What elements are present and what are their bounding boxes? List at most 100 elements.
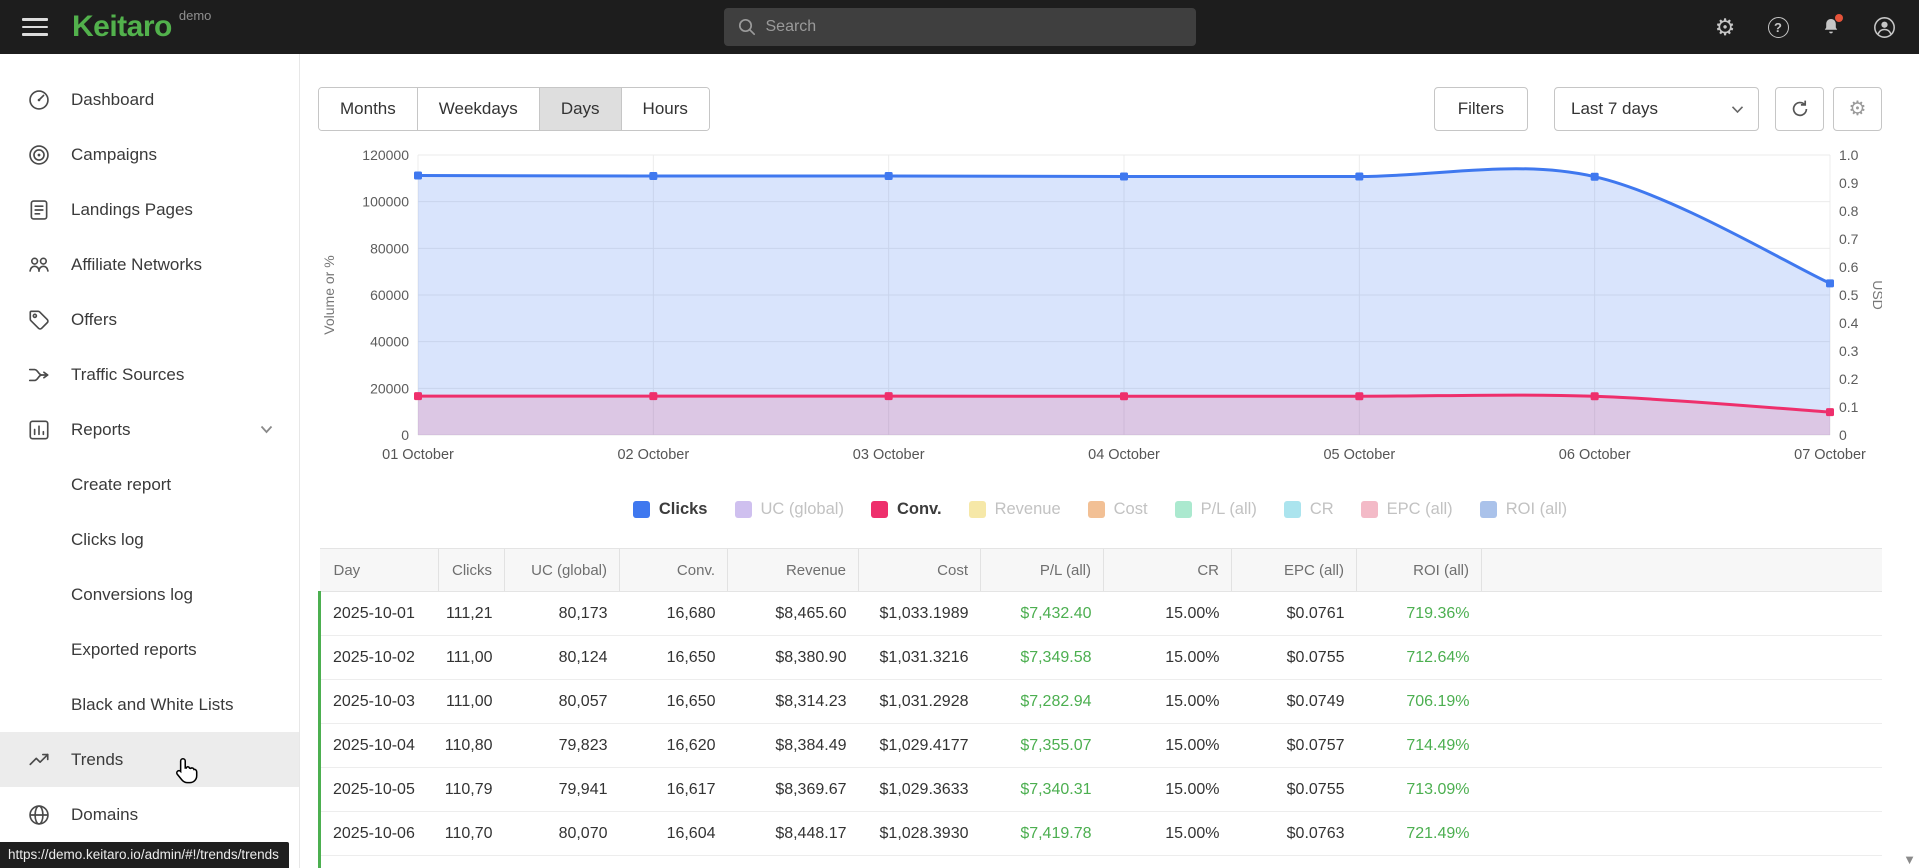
column-header: EPC (all) [1231, 548, 1357, 592]
svg-text:20000: 20000 [370, 380, 409, 396]
traffic-icon [27, 363, 51, 387]
search-icon [738, 18, 755, 36]
legend-label: UC (global) [760, 499, 844, 518]
sidebar: Dashboard Campaigns Landings Pages Affiliat… [0, 54, 300, 868]
table-cell: 16,650 [619, 635, 728, 680]
sidebar-item-label: Domains [71, 804, 139, 824]
domains-icon [27, 803, 51, 827]
table-cell: $8,384.49 [727, 723, 859, 768]
table-cell: 2025-10-01 [318, 591, 439, 636]
table-cell: 80,070 [504, 811, 620, 856]
table-cell: $7,282.94 [980, 679, 1104, 724]
date-range-select[interactable]: Last 7 days [1554, 87, 1759, 131]
table-cell: $7,349.58 [980, 635, 1104, 680]
notification-badge [1835, 14, 1843, 22]
tab-months[interactable]: Months [319, 88, 417, 130]
legend-item-clicks[interactable]: Clicks [632, 500, 708, 519]
sidebar-item-dashboard[interactable]: Dashboard [0, 72, 299, 127]
sidebar-item-affiliate-networks[interactable]: Affiliate Networks [0, 237, 299, 292]
table-cell: $0.0763 [1231, 811, 1357, 856]
legend-item-roi-all-[interactable]: ROI (all) [1479, 500, 1567, 519]
chart-settings-button[interactable]: ⚙ [1833, 87, 1882, 131]
legend-item-p-l-all-[interactable]: P/L (all) [1174, 500, 1257, 519]
table-cell: 2025-10-06 [318, 811, 439, 856]
sidebar-item-create-report[interactable]: Create report [0, 457, 299, 512]
date-range-value: Last 7 days [1571, 99, 1658, 118]
user-account-icon[interactable] [1871, 14, 1897, 40]
table-cell: 79,941 [504, 767, 620, 812]
sidebar-item-exported-reports[interactable]: Exported reports [0, 622, 299, 677]
column-header: CR [1103, 548, 1232, 592]
table-cell: $0.0755 [1231, 635, 1357, 680]
settings-gear-icon[interactable]: ⚙ [1712, 14, 1738, 40]
menu-icon[interactable] [22, 18, 48, 36]
table-cell: $0.0764 [1231, 855, 1357, 868]
search-input[interactable] [723, 8, 1196, 46]
sidebar-item-black-and-white-lists[interactable]: Black and White Lists [0, 677, 299, 732]
table-cell: 16,604 [619, 811, 728, 856]
tab-days[interactable]: Days [538, 88, 621, 130]
legend-item-cr[interactable]: CR [1283, 500, 1334, 519]
trends-chart-canvas: 0 20000 40000 60000 80000 100000 120000 0 0.1 0.2… [321, 147, 1886, 463]
sidebar-item-conversions-log[interactable]: Conversions log [0, 567, 299, 622]
notifications-bell-icon[interactable] [1818, 14, 1844, 40]
table-cell: $0.0761 [1231, 591, 1357, 636]
table-cell: $4,963.24 [727, 855, 859, 868]
svg-text:Volume or %: Volume or % [321, 255, 337, 334]
table-cell: 15.00% [1103, 855, 1232, 868]
sidebar-item-label: Landings Pages [71, 199, 193, 219]
table-cell: $1,031.2928 [858, 679, 981, 724]
legend-item-cost[interactable]: Cost [1087, 500, 1148, 519]
legend-swatch [632, 500, 650, 518]
table-cell: $1,028.3930 [858, 811, 981, 856]
sidebar-item-offers[interactable]: Offers [0, 292, 299, 347]
svg-text:06 October: 06 October [1559, 447, 1631, 463]
table-cell: 16,620 [619, 723, 728, 768]
sidebar-item-clicks-log[interactable]: Clicks log [0, 512, 299, 567]
logo[interactable]: Keitaro [72, 12, 172, 42]
table-cell: $1,033.1989 [858, 591, 981, 636]
legend-swatch [1479, 500, 1497, 518]
scrollbar-down-arrow[interactable]: ▼ [1903, 853, 1916, 866]
filters-button[interactable]: Filters [1433, 87, 1528, 131]
svg-text:04 October: 04 October [1088, 447, 1160, 463]
table-cell: 9,741 [619, 855, 728, 868]
legend-item-revenue[interactable]: Revenue [968, 500, 1061, 519]
table-cell: 706.19% [1356, 679, 1482, 724]
tab-weekdays[interactable]: Weekdays [416, 88, 539, 130]
sidebar-item-domains[interactable]: Domains [0, 787, 299, 842]
table-row: 2025-10-0764,9246,879,741$4,963.24$600.8… [318, 855, 1882, 868]
svg-text:07 October: 07 October [1794, 447, 1866, 463]
table-cell: 110,79 [438, 767, 505, 812]
sidebar-item-label: Create report [71, 474, 172, 494]
table-row: 2025-10-06 110,70 80,070 16,604 $8,448.17 $1,… [318, 811, 1882, 856]
legend-label: Conv. [896, 499, 942, 518]
svg-text:100000: 100000 [362, 194, 409, 210]
table-cell: 15.00% [1103, 591, 1232, 636]
sidebar-item-campaigns[interactable]: Campaigns [0, 127, 299, 182]
reports-icon [27, 418, 51, 442]
sidebar-item-trends[interactable]: Trends [0, 732, 299, 787]
chevron-down-icon [260, 425, 273, 434]
chart-legend: Clicks UC (global) Conv. Revenue Cost P/L (al… [318, 494, 1882, 524]
table-row: 2025-10-02 111,00 80,124 16,650 $8,380.90 $1,… [318, 635, 1882, 680]
legend-item-epc-all-[interactable]: EPC (all) [1360, 500, 1453, 519]
tab-hours[interactable]: Hours [620, 88, 709, 130]
table-cell: 111,21 [438, 591, 505, 636]
column-header: Revenue [727, 548, 859, 592]
legend-swatch [734, 500, 752, 518]
table-cell: $600.8812 [858, 855, 981, 868]
sidebar-item-label: Offers [71, 309, 117, 329]
sidebar-item-label: Traffic Sources [71, 364, 185, 384]
legend-item-uc-global-[interactable]: UC (global) [734, 499, 844, 519]
legend-item-conv-[interactable]: Conv. [870, 499, 942, 519]
refresh-button[interactable] [1775, 87, 1824, 131]
sidebar-item-reports[interactable]: Reports [0, 402, 299, 457]
help-icon[interactable]: ? [1765, 14, 1791, 40]
offers-icon [27, 308, 51, 332]
sidebar-item-label: Reports [71, 419, 131, 439]
trends-chart: 0 20000 40000 60000 80000 100000 120000 0 0.1 0.2… [318, 145, 1886, 480]
sidebar-item-landings-pages[interactable]: Landings Pages [0, 182, 299, 237]
gear-icon: ⚙ [1848, 98, 1867, 120]
sidebar-item-traffic-sources[interactable]: Traffic Sources [0, 347, 299, 402]
